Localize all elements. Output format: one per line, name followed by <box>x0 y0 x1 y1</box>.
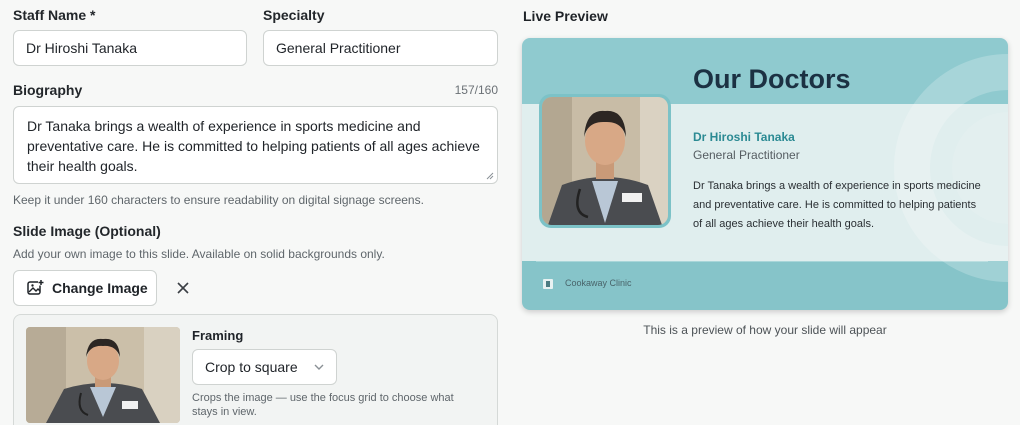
doctor-portrait <box>542 97 668 225</box>
doctor-portrait-frame <box>539 94 671 228</box>
chevron-down-icon <box>314 364 324 370</box>
remove-image-button[interactable] <box>173 278 193 298</box>
close-icon <box>177 282 189 294</box>
slide-image-hint: Add your own image to this slide. Availa… <box>13 247 385 261</box>
clinic-logo-icon <box>543 279 553 289</box>
staff-name-input[interactable]: Dr Hiroshi Tanaka <box>13 30 247 66</box>
slide-image-label: Slide Image (Optional) <box>13 223 161 239</box>
slide-preview-card: Our Doctors Dr Hiroshi Tanaka General Pr… <box>522 38 1008 310</box>
framing-label: Framing <box>192 328 244 343</box>
preview-doctor-specialty: General Practitioner <box>693 148 800 162</box>
staff-form: Staff Name * Dr Hiroshi Tanaka Specialty… <box>13 0 498 425</box>
biography-label: Biography <box>13 82 83 98</box>
framing-select[interactable]: Crop to square <box>192 349 337 385</box>
biography-hint: Keep it under 160 characters to ensure r… <box>13 193 424 207</box>
image-settings-panel: Framing Crop to square Crops the image —… <box>13 314 498 425</box>
clinic-name: Cookaway Clinic <box>565 278 632 288</box>
image-thumbnail <box>26 327 180 423</box>
framing-hint: Crops the image — use the focus grid to … <box>192 392 454 418</box>
biography-text: Dr Tanaka brings a wealth of experience … <box>27 118 480 174</box>
card-title: Our Doctors <box>693 64 851 94</box>
biography-textarea[interactable]: Dr Tanaka brings a wealth of experience … <box>13 106 498 184</box>
preview-caption: This is a preview of how your slide will… <box>643 323 887 337</box>
resize-handle-icon[interactable] <box>486 172 494 180</box>
biography-char-count: 157/160 <box>454 83 498 97</box>
live-preview-label: Live Preview <box>523 8 608 24</box>
preview-doctor-name: Dr Hiroshi Tanaka <box>693 130 795 144</box>
specialty-label: Specialty <box>263 7 325 23</box>
framing-selected-value: Crop to square <box>205 359 298 375</box>
specialty-input[interactable]: General Practitioner <box>263 30 498 66</box>
change-image-button[interactable]: Change Image <box>13 270 157 306</box>
preview-doctor-bio: Dr Tanaka brings a wealth of experience … <box>693 180 981 230</box>
image-add-icon <box>27 279 44 295</box>
change-image-label: Change Image <box>52 280 148 296</box>
staff-name-label: Staff Name * <box>13 7 96 23</box>
